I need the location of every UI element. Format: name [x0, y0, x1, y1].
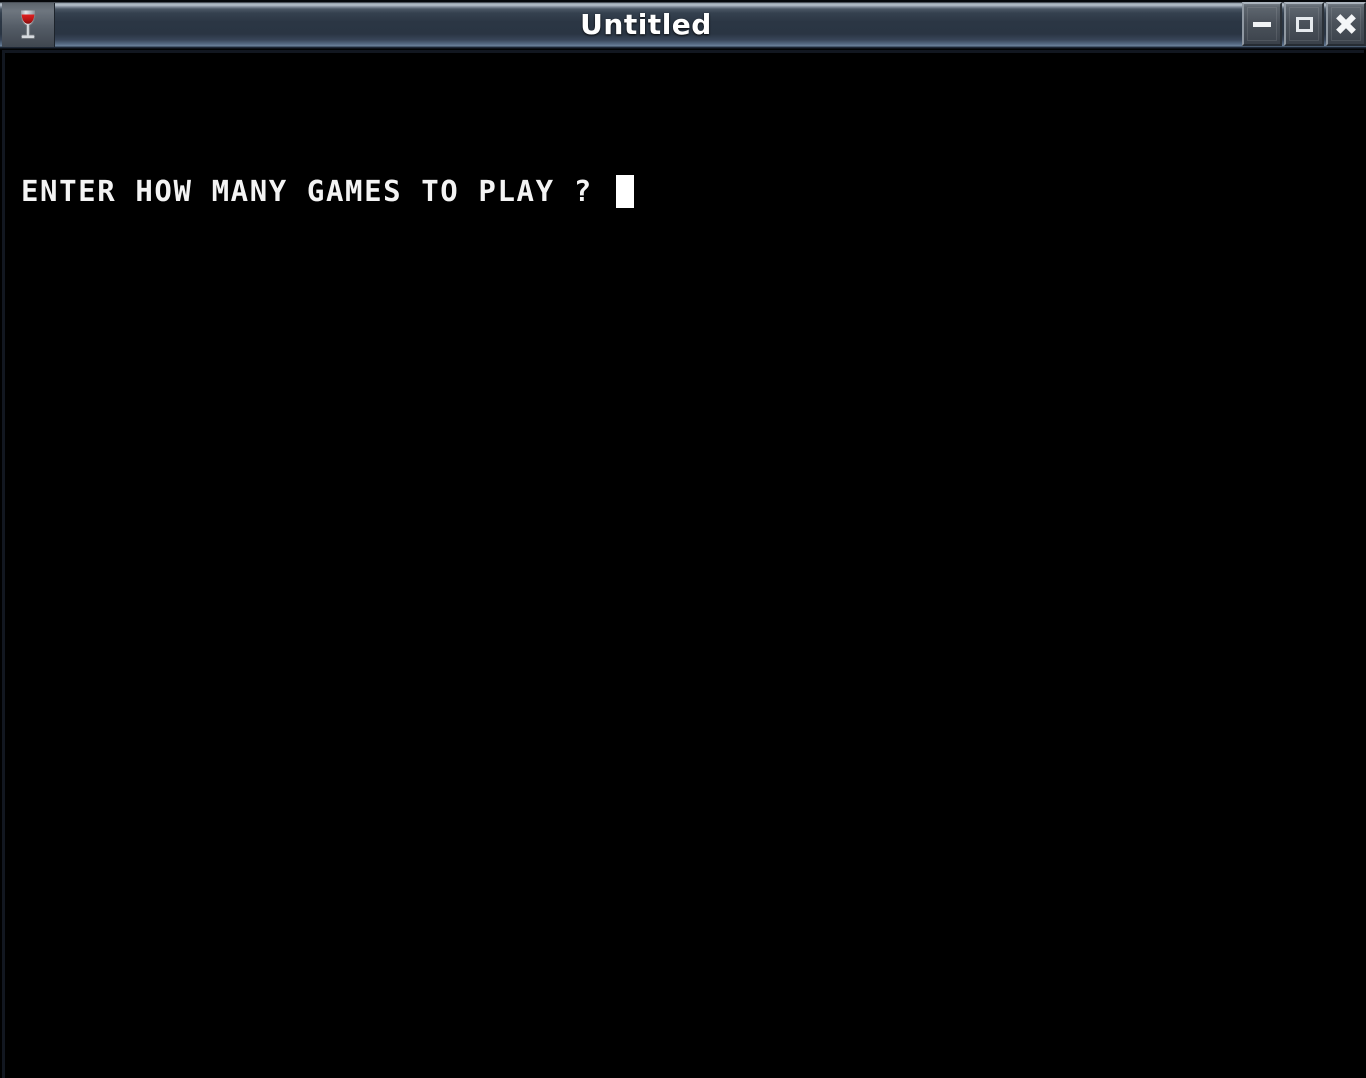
close-icon	[1336, 14, 1356, 34]
window-title: Untitled	[580, 8, 712, 41]
terminal-console[interactable]: ENTER HOW MANY GAMES TO PLAY ?	[5, 53, 1366, 1078]
wine-glass-icon	[15, 8, 41, 42]
maximize-button[interactable]	[1284, 2, 1324, 46]
minimize-icon	[1253, 21, 1271, 27]
window-menu-button[interactable]	[2, 3, 55, 47]
window-controls	[1240, 2, 1366, 48]
application-window: Untitled ENTER HOW MANY GAMES TO PLAY ?	[0, 0, 1366, 1078]
terminal-cursor	[615, 174, 634, 208]
maximize-icon	[1295, 16, 1313, 32]
terminal-prompt-text: ENTER HOW MANY GAMES TO PLAY ?	[21, 174, 612, 208]
window-titlebar[interactable]: Untitled	[0, 0, 1366, 50]
close-button[interactable]	[1326, 2, 1366, 46]
minimize-button[interactable]	[1242, 2, 1282, 46]
terminal-line: ENTER HOW MANY GAMES TO PLAY ?	[21, 171, 634, 211]
